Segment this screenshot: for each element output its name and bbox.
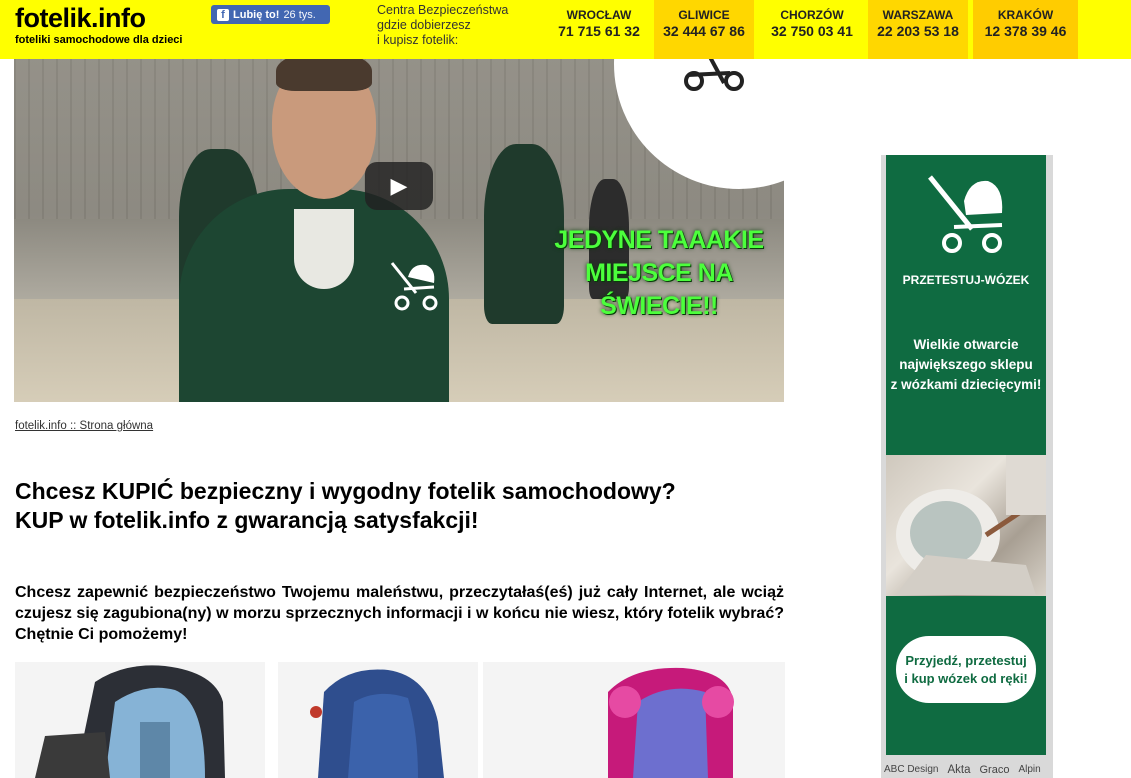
city-phone[interactable]: 71 715 61 32 (549, 23, 649, 39)
city-gliwice[interactable]: GLIWICE 32 444 67 86 (654, 0, 754, 59)
logo-text[interactable]: fotelik.info (15, 4, 182, 32)
brand-link[interactable]: Graco (979, 764, 1009, 776)
city-warszawa[interactable]: WARSZAWA 22 203 53 18 (868, 0, 968, 59)
city-phone[interactable]: 22 203 53 18 (868, 23, 968, 39)
city-wroclaw[interactable]: WROCŁAW 71 715 61 32 (549, 0, 649, 59)
play-icon: ▶ (390, 173, 408, 198)
promo-video[interactable]: JEDYNE TAAAKIE MIEJSCE NA ŚWIECIE!! ▶ (14, 59, 784, 402)
presenter-hair (276, 59, 372, 91)
title-line: KUP w fotelik.info z gwarancją satysfakc… (15, 507, 479, 533)
title-line: Chcesz KUPIĆ bezpieczny i wygodny foteli… (15, 478, 676, 504)
logo-tagline: foteliki samochodowe dla dzieci (15, 34, 183, 46)
slogan-line: JEDYNE TAAAKIE (554, 226, 764, 254)
sidebar-ad[interactable]: PRZETESTUJ-WÓZEK Wielkie otwarcie najwię… (881, 155, 1053, 778)
stroller-icon (390, 262, 438, 311)
city-name: CHORZÓW (780, 8, 844, 22)
facebook-thumb-icon: f (217, 8, 229, 21)
centers-line: i kupisz fotelik: (377, 33, 459, 47)
site-logo[interactable]: fotelik.info foteliki samochodowe dla dz… (15, 4, 182, 46)
fb-like-label: Lubię to! (233, 8, 280, 21)
city-phone[interactable]: 32 444 67 86 (654, 23, 754, 39)
stroller-icon (684, 59, 744, 91)
product-image[interactable] (278, 662, 478, 778)
city-name: KRAKÓW (997, 8, 1054, 22)
ad-cta-button[interactable]: Przyjedź, przetestuj i kup wózek od ręki… (896, 636, 1036, 703)
brand-link[interactable]: Alpin (1018, 764, 1040, 776)
ad-stroller-photo (886, 455, 1048, 596)
video-slogan: JEDYNE TAAAKIE MIEJSCE NA ŚWIECIE!! (534, 224, 784, 323)
ad-banner[interactable]: PRZETESTUJ-WÓZEK Wielkie otwarcie najwię… (886, 155, 1048, 755)
facebook-like-button[interactable]: f Lubię to! 26 tys. (211, 5, 330, 24)
ad-cta-line: Przyjedź, przetestuj (905, 652, 1027, 668)
city-krakow[interactable]: KRAKÓW 12 378 39 46 (973, 0, 1078, 59)
city-phone[interactable]: 32 750 03 41 (762, 23, 862, 39)
city-name: WARSZAWA (882, 8, 954, 22)
city-chorzow[interactable]: CHORZÓW 32 750 03 41 (762, 0, 862, 59)
top-bar: fotelik.info foteliki samochodowe dla dz… (0, 0, 1131, 59)
ad-text-line: z wózkami dziecięcymi! (890, 377, 1042, 392)
product-image[interactable] (15, 662, 265, 778)
centers-line: Centra Bezpieczeństwa (377, 3, 509, 17)
product-image[interactable] (483, 662, 785, 778)
slogan-line: MIEJSCE NA (585, 259, 733, 287)
ad-title: PRZETESTUJ-WÓZEK (902, 273, 1030, 287)
car-seat-pink-image (483, 662, 785, 778)
stroller-photo-image (896, 455, 1048, 595)
car-seat-blue-image (278, 662, 478, 778)
fb-like-count: 26 tys. (283, 8, 316, 21)
page-title: Chcesz KUPIĆ bezpieczny i wygodny foteli… (15, 477, 785, 535)
car-seat-infant-image (15, 662, 265, 778)
brand-link[interactable]: ABC Design (884, 764, 938, 776)
ad-text-line: Wielkie otwarcie (913, 337, 1019, 352)
breadcrumb: fotelik.info :: Strona główna (15, 420, 153, 432)
intro-paragraph: Chcesz zapewnić bezpieczeństwo Twojemu m… (15, 584, 784, 643)
ad-text: Wielkie otwarcie największego sklepu z w… (886, 335, 1046, 395)
centers-line: gdzie dobierzesz (377, 18, 471, 32)
ad-cta-line: i kup wózek od ręki! (904, 670, 1028, 686)
safety-centers-text: Centra Bezpieczeństwa gdzie dobierzesz i… (377, 3, 508, 48)
product-gallery (15, 662, 785, 778)
slogan-line: ŚWIECIE!! (600, 292, 718, 320)
city-name: GLIWICE (678, 8, 730, 22)
brand-list: ABC Design Akta Graco Alpin (884, 764, 1054, 776)
stroller-icon (928, 175, 1003, 253)
presenter-shirt (294, 209, 354, 289)
breadcrumb-link-home[interactable]: fotelik.info :: Strona główna (15, 420, 153, 432)
ad-text-line: największego sklepu (899, 357, 1033, 372)
brand-link[interactable]: Akta (947, 764, 970, 776)
play-button[interactable]: ▶ (365, 162, 433, 210)
city-name: WROCŁAW (566, 8, 632, 22)
city-phone[interactable]: 12 378 39 46 (973, 23, 1078, 39)
